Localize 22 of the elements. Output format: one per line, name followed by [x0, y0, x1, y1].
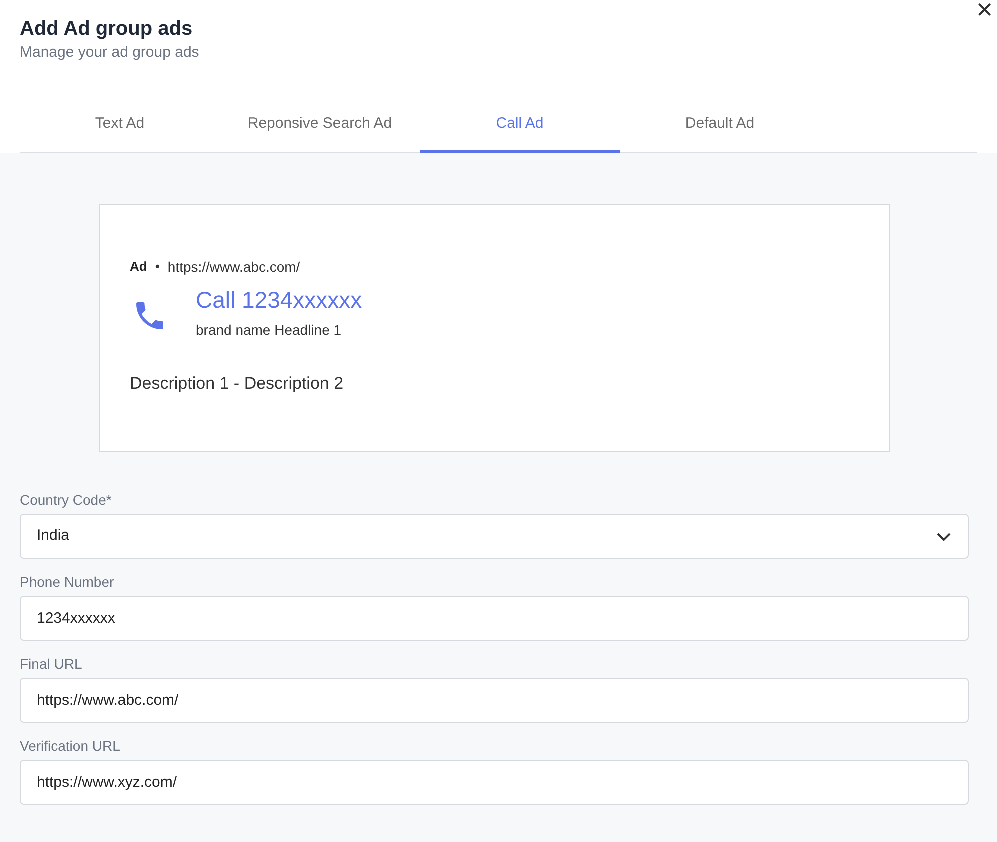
ad-description: Description 1 - Description 2	[130, 372, 345, 394]
separator-dot: •	[155, 258, 160, 276]
country-select[interactable]: India	[20, 514, 969, 559]
tab[interactable]: Call Ad	[420, 100, 620, 152]
field-label: Country Code*	[20, 491, 113, 510]
brand-headline: brand name Headline 1	[196, 320, 343, 340]
tab[interactable]: Default Ad	[620, 100, 820, 152]
display-url: https://www.abc.com/	[168, 258, 300, 277]
field-label: Final URL	[20, 655, 84, 674]
dialog-subtitle: Manage your ad group ads	[20, 43, 200, 63]
tab[interactable]: Reponsive Search Ad	[220, 100, 420, 152]
input-field[interactable]: https://www.xyz.com/	[20, 760, 969, 805]
input-field[interactable]: https://www.abc.com/	[20, 678, 969, 723]
ad-label: Ad	[130, 258, 148, 276]
field-label: Phone Number	[20, 573, 116, 592]
field-label: Verification URL	[20, 737, 122, 756]
call-headline: Call 1234xxxxxx	[196, 286, 362, 314]
close-button[interactable]: ×	[972, 0, 997, 24]
chevron-down-icon	[936, 532, 952, 542]
input-field[interactable]: 1234xxxxxx	[20, 596, 969, 641]
tab[interactable]: Text Ad	[20, 100, 220, 152]
dialog-title: Add Ad group ads	[20, 17, 194, 42]
